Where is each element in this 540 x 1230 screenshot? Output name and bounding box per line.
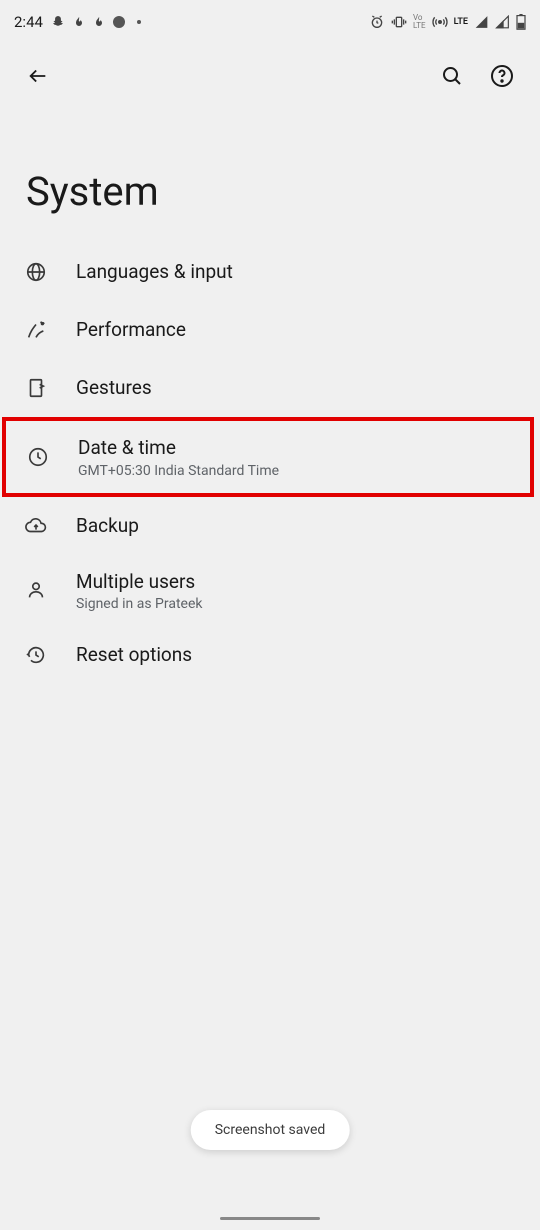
item-label: Performance (76, 317, 186, 343)
person-icon (24, 579, 48, 601)
settings-list: Languages & input Performance Gestures D… (0, 243, 540, 684)
item-label: Gestures (76, 375, 152, 401)
status-bar: 2:44 Vo LTE LTE (0, 0, 540, 44)
flame-icon (93, 15, 105, 29)
signal-icon (474, 15, 489, 29)
settings-item-date-time[interactable]: Date & time GMT+05:30 India Standard Tim… (2, 417, 534, 497)
item-label: Languages & input (76, 259, 233, 285)
status-time: 2:44 (14, 13, 43, 31)
help-icon (490, 64, 514, 88)
item-label: Multiple users (76, 569, 202, 595)
volte-icon: Vo LTE (413, 14, 426, 30)
globe-icon (24, 261, 48, 283)
search-icon (440, 64, 464, 88)
item-subtitle: Signed in as Prateek (76, 596, 202, 612)
gestures-icon (24, 377, 48, 399)
arrow-left-icon (27, 65, 49, 87)
alarm-icon (369, 14, 385, 30)
vibrate-icon (391, 14, 407, 30)
item-label: Date & time (78, 435, 279, 461)
settings-item-gestures[interactable]: Gestures (0, 359, 540, 417)
signal-icon-secondary (495, 15, 510, 29)
flame-icon (73, 15, 85, 29)
settings-item-reset-options[interactable]: Reset options (0, 626, 540, 684)
settings-item-multiple-users[interactable]: Multiple users Signed in as Prateek (0, 555, 540, 627)
settings-item-backup[interactable]: Backup (0, 497, 540, 555)
toast-message: Screenshot saved (215, 1122, 326, 1138)
search-button[interactable] (432, 56, 472, 96)
page-title: System (0, 108, 540, 243)
item-label: Backup (76, 513, 139, 539)
history-icon (24, 644, 48, 666)
battery-icon (516, 14, 526, 30)
settings-item-languages[interactable]: Languages & input (0, 243, 540, 301)
snapchat-icon (51, 15, 65, 29)
hotspot-icon (432, 14, 448, 30)
help-button[interactable] (482, 56, 522, 96)
status-bar-right: Vo LTE LTE (369, 14, 526, 30)
clock-icon (26, 446, 50, 468)
gesture-nav-handle[interactable] (220, 1217, 320, 1220)
performance-icon (24, 319, 48, 341)
settings-item-performance[interactable]: Performance (0, 301, 540, 359)
notification-dot-icon (113, 16, 125, 28)
toast-screenshot-saved[interactable]: Screenshot saved (191, 1110, 350, 1150)
back-button[interactable] (18, 56, 58, 96)
cloud-upload-icon (24, 515, 48, 537)
status-bar-left: 2:44 (14, 13, 141, 31)
item-label: Reset options (76, 642, 192, 668)
lte-label: LTE (454, 17, 468, 27)
more-notifications-icon (137, 20, 141, 24)
item-subtitle: GMT+05:30 India Standard Time (78, 463, 279, 479)
app-toolbar (0, 44, 540, 108)
